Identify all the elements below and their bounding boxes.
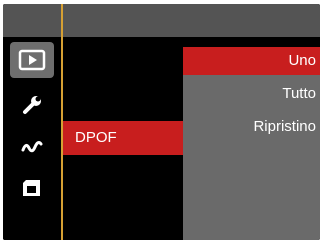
header-bar	[3, 4, 320, 37]
wave-icon	[20, 137, 44, 157]
wrench-icon	[20, 93, 44, 117]
sidebar-item-sd-card[interactable]	[10, 170, 54, 206]
menu-row-5[interactable]	[63, 196, 185, 230]
sidebar-item-playback[interactable]	[10, 42, 54, 78]
option-ripristino[interactable]: Ripristino	[183, 113, 320, 141]
option-tutto[interactable]: Tutto	[183, 80, 320, 108]
menu-row-1[interactable]	[63, 47, 185, 81]
menu-row-dpof[interactable]: DPOF	[63, 121, 185, 155]
option-uno[interactable]: Uno	[183, 47, 320, 75]
camera-screen: DPOF Uno Tutto Ripristino	[3, 4, 320, 240]
sd-card-icon	[20, 177, 44, 199]
menu-row-4[interactable]	[63, 159, 185, 193]
menu-row-label: DPOF	[75, 129, 117, 146]
sidebar-item-setup[interactable]	[10, 87, 54, 123]
dpof-submenu: Uno Tutto Ripristino	[183, 47, 320, 240]
menu-row-2[interactable]	[63, 83, 185, 117]
sidebar-item-wave[interactable]	[10, 129, 54, 165]
sidebar	[3, 37, 61, 240]
playback-icon	[18, 49, 46, 71]
